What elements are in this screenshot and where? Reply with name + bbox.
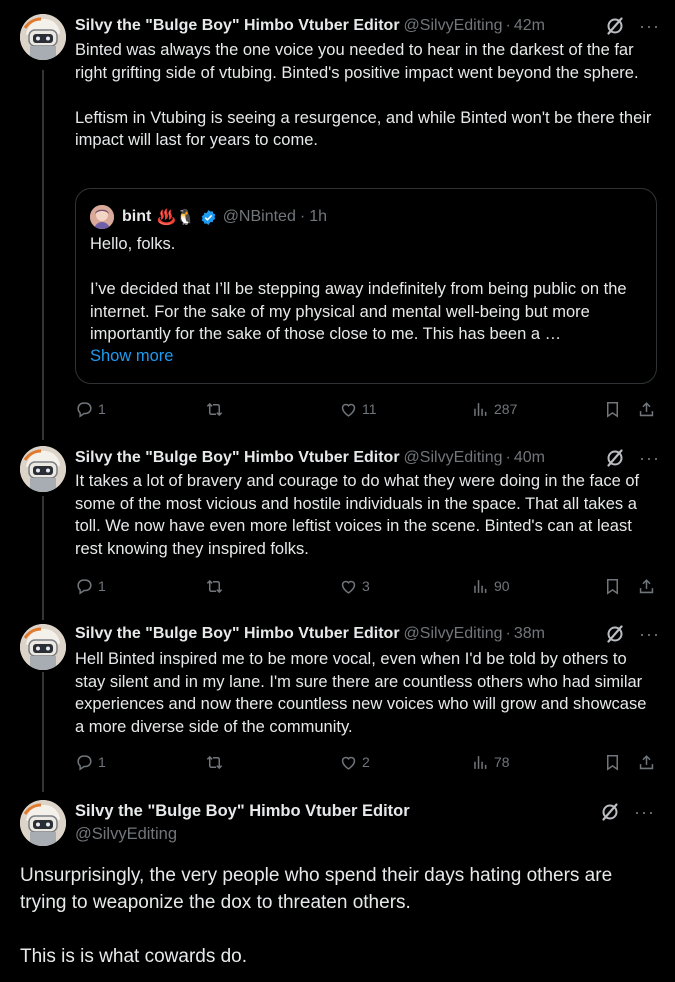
like-count: 11: [362, 401, 377, 417]
timestamp[interactable]: 1h: [309, 208, 327, 226]
main-tweet[interactable]: Silvy the "Bulge Boy" Himbo Vtuber Edito…: [0, 792, 675, 982]
more-icon[interactable]: ···: [639, 624, 659, 645]
reply-count: 1: [98, 754, 106, 770]
timestamp[interactable]: 40m: [514, 449, 545, 467]
retweet-button[interactable]: [205, 575, 224, 597]
tweet-header: Silvy the "Bulge Boy" Himbo Vtuber Edito…: [75, 624, 659, 644]
view-count: 287: [494, 401, 518, 417]
separator: ·: [505, 17, 511, 34]
bookmark-icon: [606, 401, 619, 417]
tweet-text: It takes a lot of bravery and courage to…: [75, 472, 640, 558]
views-icon: [474, 578, 487, 594]
like-icon: [341, 403, 356, 417]
user-handle[interactable]: @SilvyEditing: [404, 449, 503, 467]
action-bar: 1 3 90: [75, 575, 660, 597]
grok-icon[interactable]: [605, 16, 625, 36]
display-name[interactable]: Silvy the "Bulge Boy" Himbo Vtuber Edito…: [75, 449, 400, 467]
tweet-header: Silvy the "Bulge Boy" Himbo Vtuber Edito…: [75, 16, 659, 36]
retweet-icon: [206, 755, 223, 769]
reply-button[interactable]: 1: [75, 751, 106, 773]
tweet-controls: ···: [600, 802, 659, 822]
more-icon[interactable]: ···: [639, 448, 659, 469]
avatar[interactable]: [20, 446, 66, 492]
share-icon: [639, 578, 654, 593]
like-button[interactable]: 2: [339, 751, 370, 773]
share-button[interactable]: [637, 398, 656, 420]
like-count: 3: [362, 578, 370, 594]
reply-count: 1: [98, 578, 106, 594]
views-button[interactable]: 78: [471, 751, 510, 773]
thread-tweet[interactable]: Silvy the "Bulge Boy" Himbo Vtuber Edito…: [0, 616, 675, 792]
display-name[interactable]: Silvy the "Bulge Boy" Himbo Vtuber Edito…: [75, 625, 400, 643]
views-icon: [474, 754, 487, 770]
retweet-icon: [206, 579, 223, 593]
tweet-header: Silvy the "Bulge Boy" Himbo Vtuber Edito…: [75, 448, 659, 468]
tweet-text: Hell Binted inspired me to be more vocal…: [75, 650, 647, 736]
share-icon: [639, 754, 654, 769]
grok-icon[interactable]: [605, 448, 625, 468]
more-icon[interactable]: ···: [634, 802, 654, 823]
user-handle[interactable]: @SilvyEditing: [404, 17, 503, 35]
reply-icon: [77, 401, 92, 417]
separator: ·: [505, 625, 511, 642]
view-count: 78: [494, 754, 510, 770]
reply-button[interactable]: 1: [75, 575, 106, 597]
share-button[interactable]: [637, 575, 656, 597]
like-icon: [341, 756, 356, 770]
user-handle[interactable]: @SilvyEditing: [75, 825, 177, 844]
tweet-text: Unsurprisingly, the very people who spen…: [20, 865, 613, 967]
bookmark-button[interactable]: [603, 575, 622, 597]
avatar[interactable]: [20, 800, 66, 846]
display-name[interactable]: bint: [122, 208, 151, 226]
display-name[interactable]: Silvy the "Bulge Boy" Himbo Vtuber Edito…: [75, 17, 400, 35]
avatar: [90, 205, 114, 229]
retweet-button[interactable]: [205, 398, 224, 420]
avatar[interactable]: [20, 14, 66, 60]
share-button[interactable]: [637, 751, 656, 773]
thread-tweet[interactable]: Silvy the "Bulge Boy" Himbo Vtuber Edito…: [0, 0, 675, 440]
bookmark-icon: [606, 578, 619, 594]
like-icon: [341, 580, 356, 594]
show-more-link[interactable]: Show more: [90, 347, 173, 366]
separator: ·: [505, 449, 511, 466]
reply-icon: [77, 578, 92, 594]
tweet-text: Binted was always the one voice you need…: [75, 41, 652, 149]
separator: ·: [299, 208, 306, 225]
views-icon: [474, 401, 487, 417]
like-count: 2: [362, 754, 370, 770]
action-bar: 1 11 287: [75, 398, 660, 420]
user-handle[interactable]: @SilvyEditing: [404, 625, 503, 643]
name-emoji: ♨️🐧: [157, 209, 195, 226]
share-icon: [639, 401, 654, 416]
reply-count: 1: [98, 401, 106, 417]
verified-icon: [201, 209, 215, 225]
thread-tweet[interactable]: Silvy the "Bulge Boy" Himbo Vtuber Edito…: [0, 440, 675, 616]
quote-tweet[interactable]: bint ♨️🐧 @NBinted · 1h Hello, folks. I’v…: [75, 188, 657, 384]
reply-icon: [77, 754, 92, 770]
retweet-icon: [206, 402, 223, 416]
grok-icon[interactable]: [605, 624, 625, 644]
reply-button[interactable]: 1: [75, 398, 106, 420]
quote-header: bint ♨️🐧 @NBinted · 1h: [90, 205, 327, 229]
like-button[interactable]: 3: [339, 575, 370, 597]
retweet-button[interactable]: [205, 751, 224, 773]
user-handle[interactable]: @NBinted: [223, 208, 296, 226]
display-name[interactable]: Silvy the "Bulge Boy" Himbo Vtuber Edito…: [75, 802, 410, 821]
timestamp[interactable]: 42m: [514, 17, 545, 35]
action-bar: 1 2 78: [75, 751, 660, 773]
timestamp[interactable]: 38m: [514, 625, 545, 643]
more-icon[interactable]: ···: [639, 16, 659, 37]
like-button[interactable]: 11: [339, 398, 377, 420]
bookmark-button[interactable]: [603, 751, 622, 773]
quote-text: Hello, folks. I’ve decided that I’ll be …: [90, 235, 627, 343]
view-count: 90: [494, 578, 510, 594]
grok-icon[interactable]: [600, 802, 620, 822]
avatar[interactable]: [20, 624, 66, 670]
views-button[interactable]: 90: [471, 575, 510, 597]
bookmark-icon: [606, 754, 619, 770]
bookmark-button[interactable]: [603, 398, 622, 420]
views-button[interactable]: 287: [471, 398, 517, 420]
